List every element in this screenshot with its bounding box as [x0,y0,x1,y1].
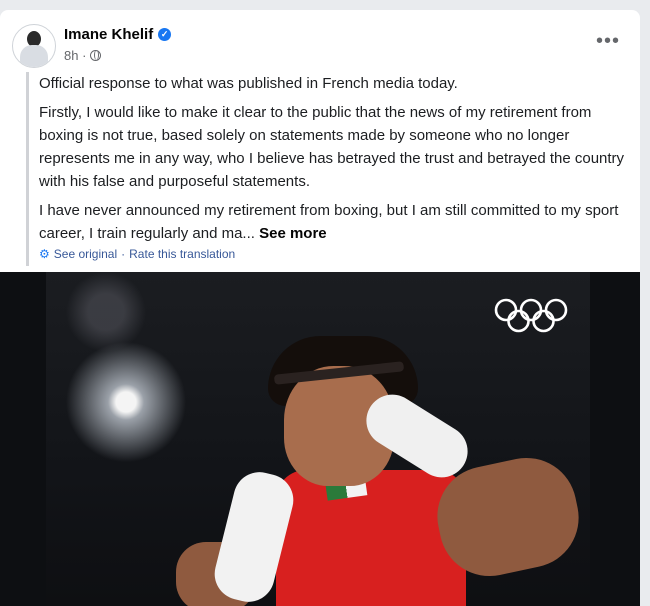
olympic-rings-icon [494,298,568,333]
post-paragraph-3: I have never announced my retirement fro… [39,199,629,245]
post-photo[interactable] [0,272,640,606]
author-name[interactable]: Imane Khelif [64,26,153,43]
translation-separator: · [121,247,126,261]
see-original-link[interactable]: See original [54,243,117,266]
verified-badge-icon: ✓ [158,28,172,41]
post-header: Imane Khelif ✓ 8h · ••• [12,22,628,68]
rate-translation-link[interactable]: Rate this translation [129,243,235,266]
more-horizontal-icon[interactable]: ••• [596,31,620,51]
translation-bar: ⚙ See original · Rate this translation [39,243,629,266]
post-paragraph-1: Official response to what was published … [39,75,458,92]
post-paragraph-3-text: I have never announced my retirement fro… [39,202,619,242]
globe-icon [90,50,102,61]
photo-red-shirt [276,470,466,606]
post-meta: 8h · [64,48,102,63]
post-text: Official response to what was published … [26,72,629,266]
avatar-body [20,45,48,67]
photo-scene [46,272,590,606]
post-timestamp[interactable]: 8h · [64,48,86,63]
translate-gear-icon: ⚙ [39,247,50,261]
avatar[interactable] [12,24,56,68]
see-more-link[interactable]: See more [259,225,327,242]
post-paragraph-2: Firstly, I would like to make it clear t… [39,104,625,190]
author-row: Imane Khelif ✓ [64,26,172,43]
post-card: Imane Khelif ✓ 8h · ••• Official respons… [0,10,640,606]
